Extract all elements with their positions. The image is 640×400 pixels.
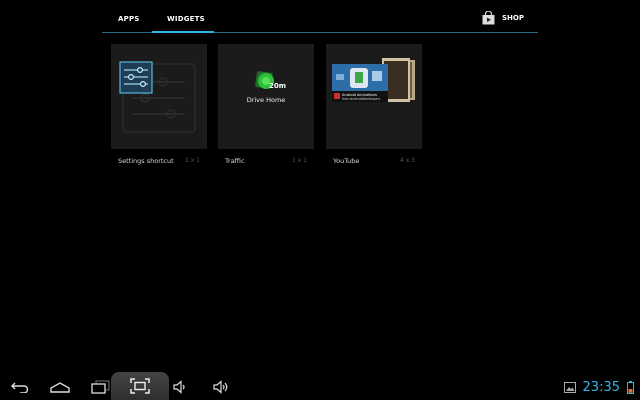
volume-up-icon	[213, 380, 228, 394]
status-area[interactable]: 23:35	[563, 377, 634, 397]
screenshot-icon	[130, 378, 150, 394]
widget-dimensions: 4 x 3	[400, 157, 415, 164]
widget-preview: 20m Drive Home	[218, 44, 314, 149]
widget-dimensions: 1 x 1	[292, 157, 307, 164]
home-button[interactable]	[48, 376, 72, 398]
back-button[interactable]	[8, 376, 32, 398]
widget-name: Traffic	[225, 157, 245, 165]
widget-preview	[111, 44, 207, 149]
screenshot-button[interactable]	[111, 372, 169, 400]
widgets-tab-bar: APPS WIDGETS SHOP	[102, 0, 538, 33]
system-navigation-bar	[0, 372, 640, 400]
widget-traffic[interactable]: 20m Drive Home Traffic 1 x 1	[218, 44, 314, 170]
tab-selected-indicator	[152, 31, 214, 33]
recent-apps-button[interactable]	[88, 376, 112, 398]
traffic-time: 20m	[269, 82, 287, 90]
widget-preview: Android Activations from androiddevelope…	[326, 44, 422, 149]
back-arrow-icon	[11, 382, 29, 393]
widget-settings-shortcut[interactable]: Settings shortcut 1 x 1	[111, 44, 207, 170]
widget-name: YouTube	[333, 157, 360, 165]
youtube-video-channel: from androiddevelopers	[342, 97, 381, 101]
status-clock: 23:35	[582, 379, 620, 395]
volume-up-button[interactable]	[210, 376, 232, 398]
settings-shortcut-preview-icon	[119, 61, 196, 133]
drive-home-label: Drive Home	[246, 96, 286, 104]
recent-apps-icon	[91, 380, 110, 394]
battery-icon	[627, 380, 634, 394]
shop-button[interactable]: SHOP	[482, 8, 524, 28]
volume-down-button[interactable]	[170, 376, 190, 398]
tab-widgets[interactable]: WIDGETS	[167, 11, 205, 27]
widget-youtube[interactable]: Android Activations from androiddevelope…	[326, 44, 422, 170]
widget-dimensions: 1 x 1	[185, 157, 200, 164]
volume-down-icon	[173, 380, 185, 394]
gallery-notification-icon	[563, 381, 576, 393]
play-store-bag-icon	[482, 11, 495, 25]
tab-apps[interactable]: APPS	[118, 11, 140, 27]
shop-label: SHOP	[502, 14, 524, 22]
widget-name: Settings shortcut	[118, 157, 174, 165]
home-icon	[50, 382, 70, 393]
